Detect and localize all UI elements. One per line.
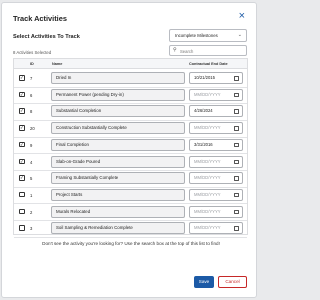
date-value: 10/21/2015 [194, 75, 215, 80]
row-checkbox[interactable]: ✓ [19, 108, 25, 114]
row-checkbox[interactable]: ✓ [19, 91, 25, 98]
table-row: 3 Soil Sampling & Remediation Complete MM/… [14, 219, 247, 238]
date-value: MM/DD/YYYY [194, 91, 221, 97]
row-id: 6 [30, 92, 33, 98]
date-field[interactable]: MM/DD/YYYY [189, 205, 243, 218]
table-header: ID Name Contractual End Date [14, 59, 247, 69]
activities-selected-count: 8 Activities Selected [13, 50, 52, 55]
row-id: 9 [30, 142, 33, 148]
row-checkbox[interactable]: ✓ [19, 158, 25, 164]
close-icon[interactable]: × [239, 10, 245, 22]
calendar-icon[interactable] [234, 92, 239, 98]
activity-name-field: Murals Relocated [51, 205, 185, 218]
date-field[interactable]: MM/DD/YYYY [189, 122, 243, 135]
help-hint: Don't see the activity you're looking fo… [42, 241, 220, 246]
activity-name-field: Substantial Completion [51, 105, 185, 118]
date-field[interactable]: 10/21/2015 [189, 72, 243, 84]
row-id: 7 [30, 76, 33, 81]
date-value: MM/DD/YYYY [194, 208, 221, 214]
search-icon: ⚲ [173, 47, 177, 53]
search-box[interactable]: ⚲ [169, 45, 247, 56]
date-field[interactable]: 4/26/2024 [189, 105, 243, 118]
row-checkbox[interactable] [19, 191, 25, 198]
date-field[interactable]: 3/31/2016 [189, 138, 243, 151]
date-value: MM/DD/YYYY [194, 175, 221, 181]
row-id: 20 [30, 126, 35, 132]
date-field[interactable]: MM/DD/YYYY [189, 172, 243, 185]
activity-name-field: Dried In [51, 72, 185, 84]
date-field[interactable]: MM/DD/YYYY [189, 222, 243, 235]
dialog-title: Track Activities [13, 14, 67, 23]
date-field[interactable]: MM/DD/YYYY [189, 188, 243, 201]
row-id: 5 [30, 176, 33, 182]
date-field[interactable]: MM/DD/YYYY [189, 88, 243, 101]
row-checkbox[interactable]: ✓ [19, 125, 25, 131]
activity-name-field: Soil Sampling & Remediation Complete [51, 222, 185, 235]
date-value: 3/31/2016 [194, 141, 213, 147]
calendar-icon[interactable] [234, 109, 239, 114]
search-input[interactable] [180, 47, 244, 55]
activity-name-field: Final Completion [51, 138, 185, 151]
row-id: 2 [30, 209, 33, 215]
row-checkbox[interactable] [19, 225, 25, 231]
calendar-icon[interactable] [234, 126, 239, 131]
row-checkbox[interactable]: ✓ [19, 175, 25, 181]
activity-name-field: Permanent Power (pending Dry-in) [51, 88, 185, 101]
calendar-icon[interactable] [234, 209, 239, 215]
calendar-icon[interactable] [234, 226, 239, 231]
save-button[interactable]: Save [194, 276, 214, 288]
activity-name-field: Construction Substantially Complete [51, 122, 185, 135]
row-id: 4 [30, 159, 33, 165]
date-value: MM/DD/YYYY [194, 191, 221, 197]
date-value: MM/DD/YYYY [194, 125, 221, 131]
column-header-name: Name [52, 62, 63, 66]
date-field[interactable]: MM/DD/YYYY [189, 155, 243, 168]
row-id: 1 [30, 192, 33, 198]
row-id: 8 [30, 109, 33, 115]
calendar-icon[interactable] [234, 176, 239, 181]
activity-name-field: Project Starts [51, 188, 185, 201]
row-checkbox[interactable] [19, 208, 25, 215]
row-checkbox[interactable]: ✓ [19, 75, 25, 81]
date-value: MM/DD/YYYY [194, 225, 221, 231]
calendar-icon[interactable] [234, 76, 239, 81]
select-activities-label: Select Activities To Track [13, 34, 80, 40]
calendar-icon[interactable] [234, 142, 239, 148]
activity-name-field: Slab-on-Grade Poured [51, 155, 185, 168]
filter-select-value: Incomplete Milestones [175, 33, 218, 38]
calendar-icon[interactable] [234, 159, 239, 164]
row-checkbox[interactable]: ✓ [19, 141, 25, 148]
filter-select[interactable]: Incomplete Milestones ⌄ [169, 29, 247, 42]
column-header-id: ID [30, 62, 34, 66]
track-activities-dialog: Track Activities × Select Activities To … [1, 2, 257, 298]
date-value: MM/DD/YYYY [194, 158, 221, 164]
activities-table: ID Name Contractual End Date ✓ 7 Dried In 1… [13, 58, 248, 238]
chevron-down-icon: ⌄ [237, 32, 242, 38]
calendar-icon[interactable] [234, 192, 239, 198]
activity-name-field: Framing Substantially Complete [51, 172, 185, 185]
row-id: 3 [30, 226, 33, 232]
column-header-date: Contractual End Date [189, 62, 228, 66]
cancel-button[interactable]: Cancel [218, 276, 247, 288]
date-value: 4/26/2024 [194, 108, 213, 114]
